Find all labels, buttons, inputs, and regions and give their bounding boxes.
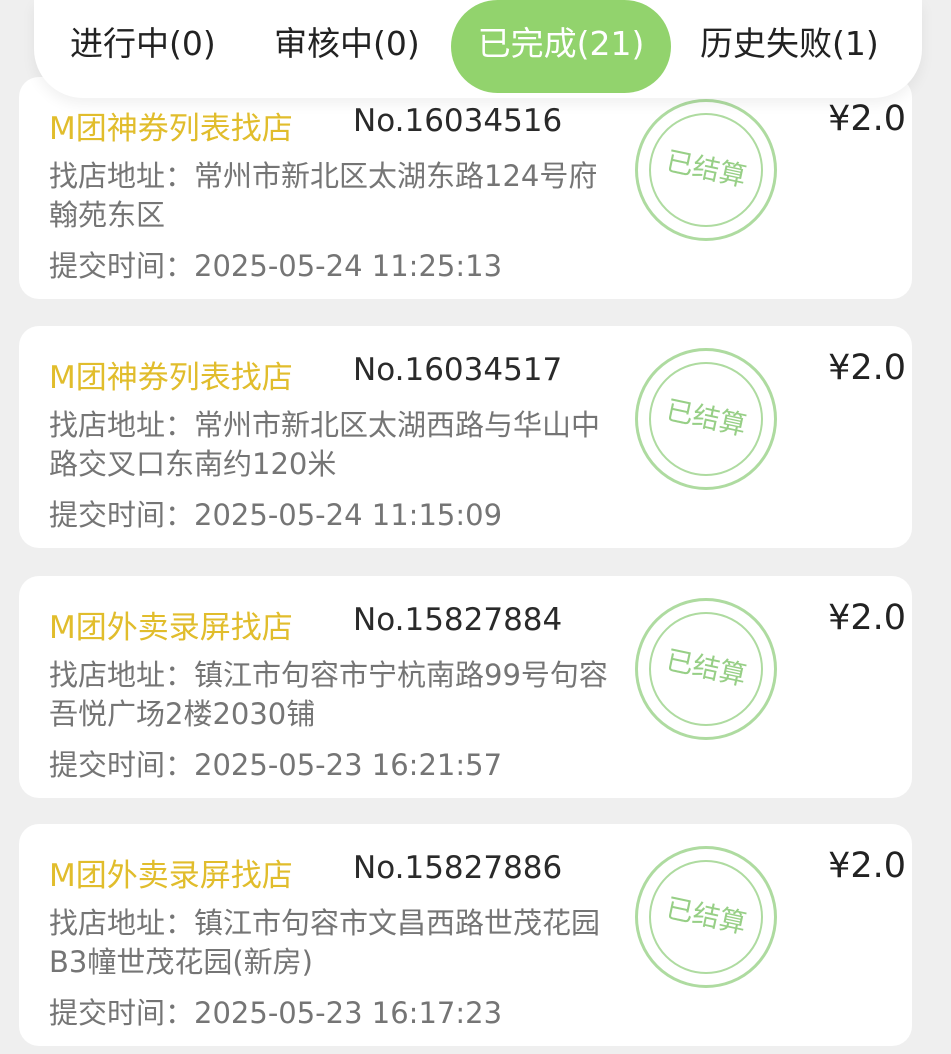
time-value: 2025-05-23 16:21:57 — [194, 748, 503, 782]
order-number: No.15827886 — [353, 850, 563, 886]
time-label: 提交时间： — [49, 748, 195, 782]
tab-completed[interactable]: 已完成(21) — [451, 0, 671, 93]
time-value: 2025-05-23 16:17:23 — [194, 996, 503, 1030]
order-card[interactable]: M团神券列表找店 No.16034517 ¥2.0 找店地址：常州市新北区太湖西… — [19, 326, 912, 548]
order-price: ¥2.0 — [828, 99, 906, 139]
settled-stamp: 已结算 — [635, 99, 777, 241]
time-value: 2025-05-24 11:25:13 — [194, 249, 503, 283]
order-card[interactable]: M团神券列表找店 No.16034516 ¥2.0 找店地址：常州市新北区太湖东… — [19, 77, 912, 299]
order-title: M团外卖录屏找店 — [49, 610, 293, 646]
order-price: ¥2.0 — [828, 348, 906, 388]
order-price: ¥2.0 — [828, 846, 906, 886]
stamp-label: 已结算 — [663, 394, 749, 443]
order-number: No.15827884 — [353, 602, 563, 638]
tab-under-review[interactable]: 审核中(0) — [274, 0, 420, 88]
order-card[interactable]: M团外卖录屏找店 No.15827886 ¥2.0 找店地址：镇江市句容市文昌西… — [19, 824, 912, 1046]
order-address: 找店地址：镇江市句容市宁杭南路99号句容吾悦广场2楼2030铺 — [49, 656, 609, 734]
time-label: 提交时间： — [49, 249, 195, 283]
stamp-label: 已结算 — [663, 145, 749, 194]
settled-stamp: 已结算 — [635, 348, 777, 490]
order-title: M团神券列表找店 — [49, 111, 293, 147]
order-address: 找店地址：常州市新北区太湖西路与华山中路交叉口东南约120米 — [49, 406, 609, 484]
order-time: 提交时间：2025-05-24 11:15:09 — [49, 492, 502, 534]
order-list[interactable]: M团神券列表找店 No.16034516 ¥2.0 找店地址：常州市新北区太湖东… — [0, 0, 951, 1054]
settled-stamp: 已结算 — [635, 846, 777, 988]
time-label: 提交时间： — [49, 498, 195, 532]
address-label: 找店地址： — [49, 658, 195, 692]
order-number: No.16034517 — [353, 352, 563, 388]
tab-failed-history[interactable]: 历史失败(1) — [700, 0, 879, 88]
order-time: 提交时间：2025-05-23 16:17:23 — [49, 990, 502, 1032]
order-title: M团神券列表找店 — [49, 360, 293, 396]
status-tab-bar: 进行中(0) 审核中(0) 已完成(21) 历史失败(1) — [34, 0, 922, 98]
order-time: 提交时间：2025-05-23 16:21:57 — [49, 742, 502, 784]
order-address: 找店地址：常州市新北区太湖东路124号府翰苑东区 — [49, 157, 609, 235]
stamp-label: 已结算 — [663, 892, 749, 941]
settled-stamp: 已结算 — [635, 598, 777, 740]
time-label: 提交时间： — [49, 996, 195, 1030]
order-time: 提交时间：2025-05-24 11:25:13 — [49, 243, 502, 285]
order-address: 找店地址：镇江市句容市文昌西路世茂花园B3幢世茂花园(新房) — [49, 904, 609, 982]
tab-in-progress[interactable]: 进行中(0) — [70, 0, 216, 88]
address-label: 找店地址： — [49, 906, 195, 940]
order-card[interactable]: M团外卖录屏找店 No.15827884 ¥2.0 找店地址：镇江市句容市宁杭南… — [19, 576, 912, 798]
order-price: ¥2.0 — [828, 598, 906, 638]
address-label: 找店地址： — [49, 159, 195, 193]
stamp-label: 已结算 — [663, 644, 749, 693]
order-number: No.16034516 — [353, 103, 563, 139]
time-value: 2025-05-24 11:15:09 — [194, 498, 503, 532]
address-label: 找店地址： — [49, 408, 195, 442]
order-title: M团外卖录屏找店 — [49, 858, 293, 894]
